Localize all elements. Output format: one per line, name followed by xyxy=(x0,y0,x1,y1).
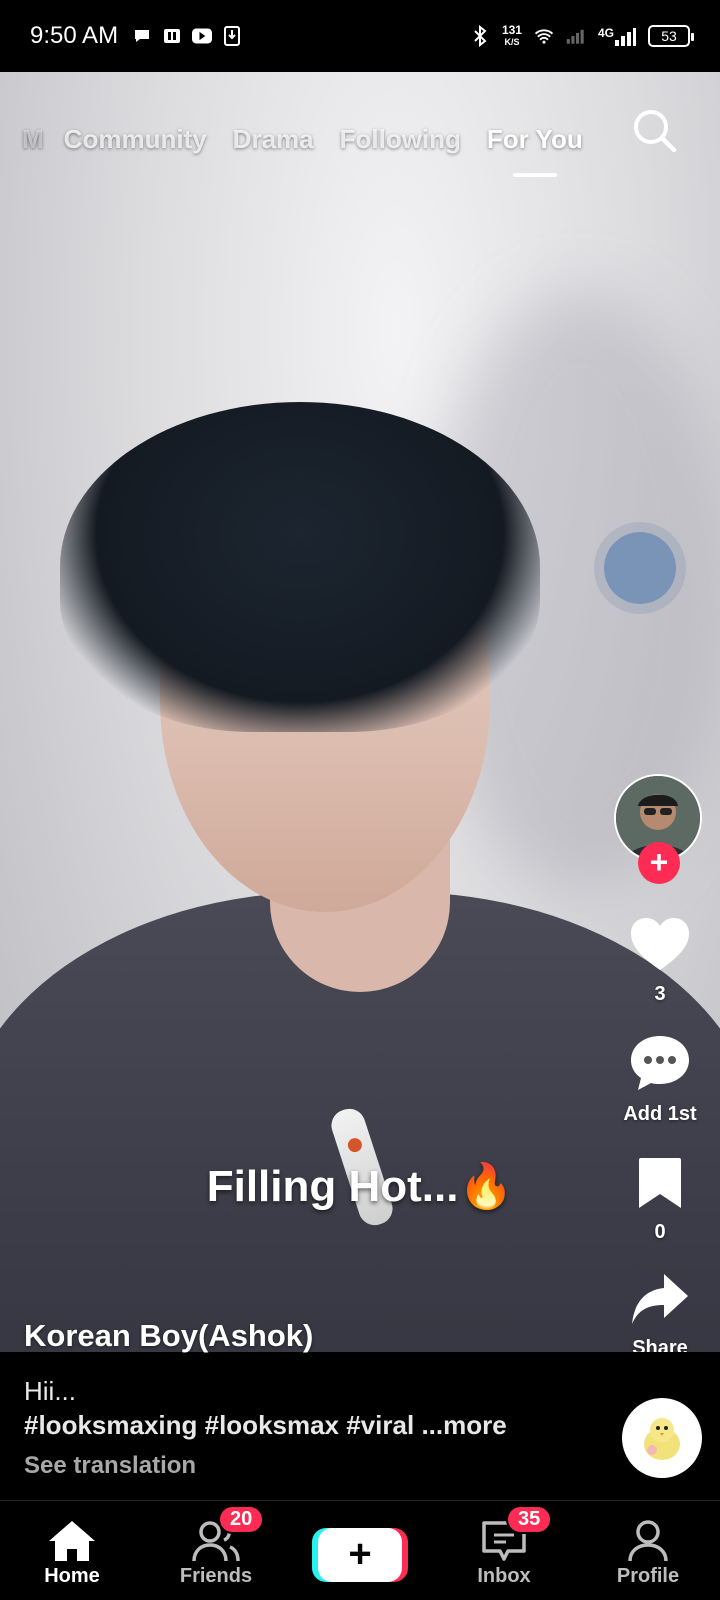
network-type: 4G xyxy=(597,26,614,40)
nav-home[interactable]: Home xyxy=(0,1501,144,1600)
app-notification-icon xyxy=(162,26,182,46)
post-text: Hii... xyxy=(24,1376,76,1406)
nav-friends[interactable]: Friends 20 xyxy=(144,1501,288,1600)
comment-button[interactable]: Add 1st xyxy=(604,1034,716,1126)
nav-profile-label: Profile xyxy=(616,1565,680,1587)
profile-icon xyxy=(628,1520,668,1562)
nav-inbox-label: Inbox xyxy=(477,1565,531,1587)
touch-indicator xyxy=(604,532,676,604)
tab-community[interactable]: Community xyxy=(64,124,207,155)
nav-profile[interactable]: Profile xyxy=(576,1501,720,1600)
see-translation-link[interactable]: See translation xyxy=(24,1452,196,1480)
chat-bubble-icon xyxy=(132,26,152,46)
battery-level: 53 xyxy=(661,28,677,44)
chick-sticker-icon xyxy=(644,1418,680,1460)
tab-drama[interactable]: Drama xyxy=(233,124,314,155)
creator-username[interactable]: Korean Boy(Ashok) xyxy=(24,1318,313,1354)
nav-create[interactable]: + xyxy=(288,1501,432,1600)
feed-tabs: M Community Drama Following For You xyxy=(0,104,720,177)
like-count: 3 xyxy=(654,983,666,1005)
bluetooth-icon xyxy=(470,25,490,47)
notification-icons xyxy=(132,26,242,46)
video-overlay-caption: Filling Hot...🔥 xyxy=(206,1162,514,1211)
net-speed-value: 131 xyxy=(501,23,522,37)
signal-4g: 4G xyxy=(598,26,636,46)
signal-strong-icon xyxy=(615,28,636,46)
signal-weak-icon xyxy=(566,26,586,46)
post-hashtags-line: #looksmaxing #looksmax #viral ...more xyxy=(24,1410,507,1441)
status-time: 9:50 AM xyxy=(30,22,119,49)
nav-inbox[interactable]: Inbox 35 xyxy=(432,1501,576,1600)
search-button[interactable] xyxy=(630,106,680,156)
home-icon xyxy=(49,1521,95,1561)
music-disc-button[interactable] xyxy=(622,1398,702,1478)
tab-partial[interactable]: M xyxy=(22,124,44,155)
inbox-badge: 35 xyxy=(506,1505,553,1534)
battery-indicator: 53 xyxy=(648,25,694,47)
youtube-icon xyxy=(192,26,213,46)
friends-badge: 20 xyxy=(218,1505,265,1534)
post-hashtags[interactable]: #looksmaxing #looksmax #viral xyxy=(24,1410,414,1440)
comment-count: Add 1st xyxy=(623,1103,697,1125)
more-link[interactable]: ...more xyxy=(421,1410,506,1440)
follow-button[interactable]: + xyxy=(638,842,680,884)
create-button[interactable]: + xyxy=(318,1527,402,1582)
heart-icon xyxy=(631,918,689,970)
tab-for-you[interactable]: For You xyxy=(487,124,583,177)
save-count: 0 xyxy=(654,1221,666,1243)
system-icons: 131 K/S 4G 53 xyxy=(470,24,694,48)
like-button[interactable]: 3 xyxy=(604,916,716,1006)
net-speed-unit: K/S xyxy=(504,37,520,47)
share-arrow-icon xyxy=(632,1274,688,1324)
video-person-hair xyxy=(60,402,540,732)
nav-home-label: Home xyxy=(44,1565,100,1587)
comment-icon xyxy=(631,1036,689,1090)
bottom-nav: Home Friends 20 + Inbox 35 Profile xyxy=(0,1500,720,1600)
tab-following[interactable]: Following xyxy=(340,124,461,155)
wifi-icon xyxy=(534,26,554,46)
search-icon xyxy=(634,110,677,153)
share-button[interactable]: Share xyxy=(604,1272,716,1360)
creator-avatar-button[interactable]: + xyxy=(614,774,702,884)
nav-friends-label: Friends xyxy=(179,1565,253,1587)
net-speed: 131 K/S xyxy=(502,24,522,48)
status-bar: 9:50 AM 131 K/S 4G 53 xyxy=(0,0,720,72)
download-icon xyxy=(222,26,242,46)
